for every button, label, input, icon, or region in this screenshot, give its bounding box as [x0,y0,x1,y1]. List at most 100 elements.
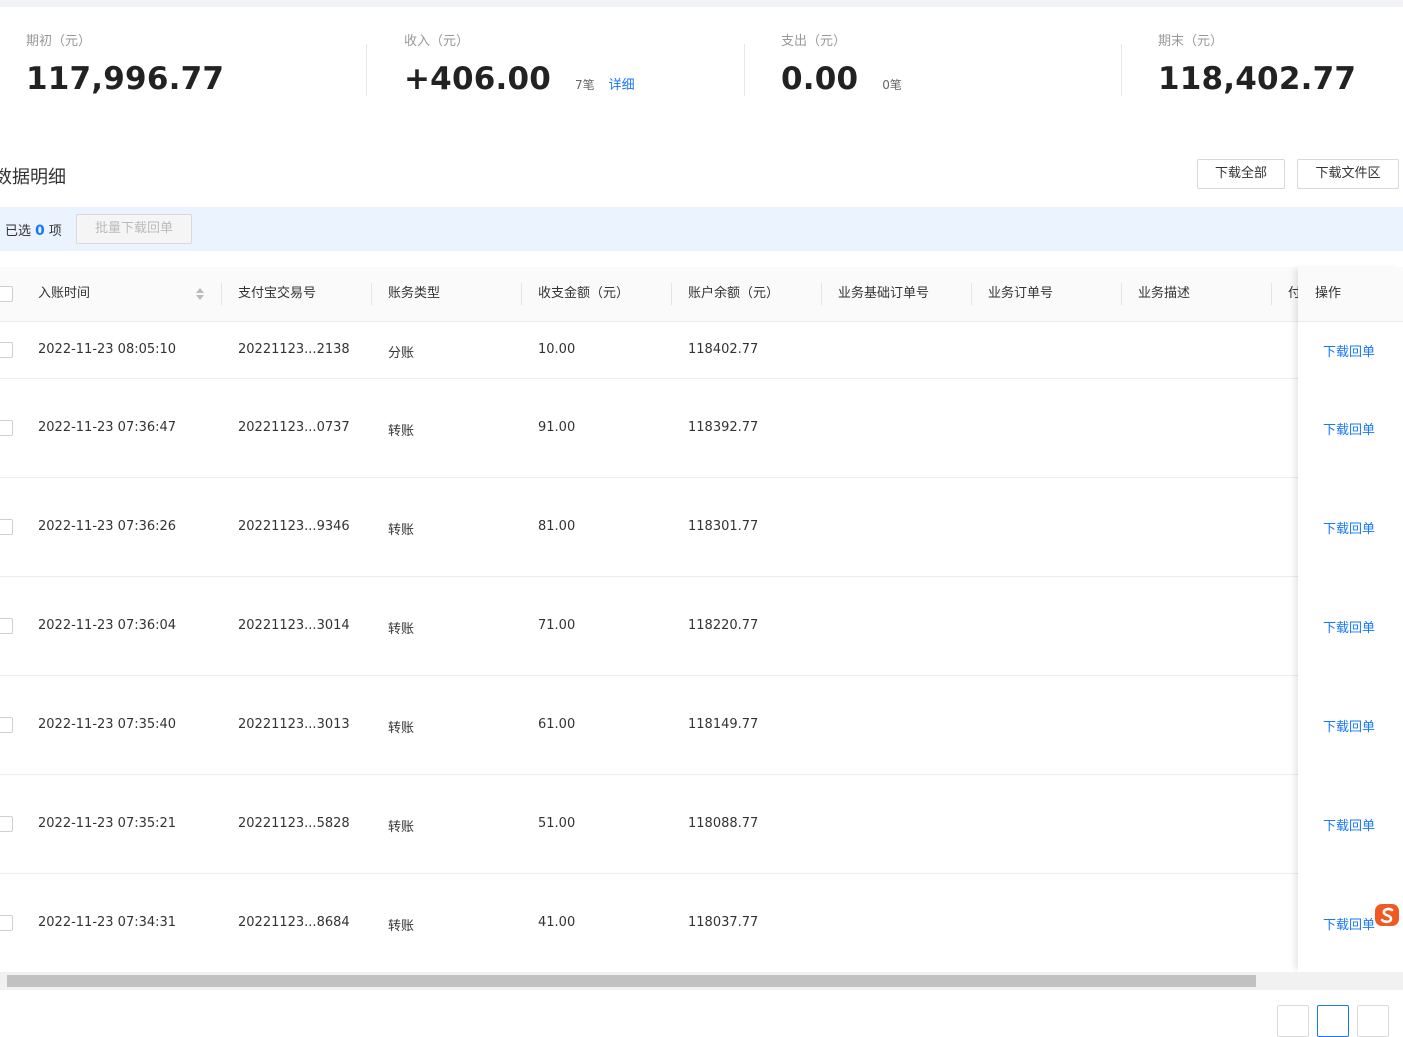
cell-time: 2022-11-23 07:35:21 [38,816,177,831]
download-receipt-link[interactable]: 下载回单 [1323,617,1375,636]
cell-type: 转账 [388,523,415,538]
stat-closing-value: 118,402.77 [1158,61,1357,97]
row-checkbox[interactable] [0,915,13,931]
row-checkbox[interactable] [0,816,13,832]
cell-type: 转账 [388,622,415,637]
column-header-amount: 收支金额（元） [538,286,630,301]
stat-closing-label: 期末（元） [1158,34,1224,49]
row-checkbox[interactable] [0,519,13,535]
cell-time: 2022-11-23 07:34:31 [38,915,177,930]
stat-opening: 期初（元） 117,996.77 [26,33,224,113]
table-row: 2022-11-23 08:05:10 20221123...2138 分账 1… [0,322,1403,379]
cell-amount: 10.00 [538,342,576,357]
cell-trade-no: 20221123...2138 [238,342,350,357]
batch-download-button[interactable]: 批量下载回单 [76,214,192,244]
column-header-time[interactable]: 入账时间 [38,267,90,321]
stat-expense-count: 0笔 [882,78,902,92]
cell-trade-no: 20221123...3013 [238,717,350,732]
stat-income-value: +406.00 [404,61,552,97]
download-files-button[interactable]: 下载文件区 [1297,159,1399,189]
cell-type: 转账 [388,919,415,934]
column-separator [1121,283,1122,305]
stat-income-label: 收入（元） [404,34,470,49]
cell-balance: 118301.77 [688,519,759,534]
pagination-prev-button[interactable] [1277,1005,1309,1037]
column-header-order: 业务订单号 [988,286,1054,301]
cell-type: 转账 [388,820,415,835]
column-header-trade-no: 支付宝交易号 [238,286,317,301]
download-all-button[interactable]: 下载全部 [1197,159,1285,189]
column-header-balance: 账户余额（元） [688,286,780,301]
table-header: 入账时间 支付宝交易号 账务类型 收支金额（元） 账户余额（元） 业务基础订单号… [0,267,1403,322]
table-row: 2022-11-23 07:36:26 20221123...9346 转账 8… [0,478,1403,577]
column-header-description: 业务描述 [1138,286,1191,301]
stat-expense: 支出（元） 0.00 0笔 [781,33,902,113]
selection-bar: 已选 0 项 批量下载回单 [0,207,1403,251]
row-checkbox[interactable] [0,420,13,436]
cell-balance: 118402.77 [688,342,759,357]
stat-opening-value: 117,996.77 [26,61,225,97]
scrollbar-thumb[interactable] [7,975,1256,987]
action-column-header: 操作 [1298,267,1403,322]
cell-time: 2022-11-23 07:36:26 [38,519,177,534]
cell-time: 2022-11-23 07:36:47 [38,420,177,435]
cell-amount: 41.00 [538,915,576,930]
section-title: 数据明细 [0,167,66,188]
cell-amount: 81.00 [538,519,576,534]
cell-trade-no: 20221123...3014 [238,618,350,633]
sogou-ime-icon[interactable] [1373,900,1403,930]
cell-balance: 118149.77 [688,717,759,732]
download-receipt-link[interactable]: 下载回单 [1323,341,1375,360]
income-detail-link[interactable]: 详细 [609,74,635,93]
download-receipt-link[interactable]: 下载回单 [1323,419,1375,438]
cell-type: 分账 [388,346,415,361]
selection-prefix: 已选 [5,224,32,239]
stat-divider [366,44,367,96]
sort-icon[interactable] [195,287,205,301]
stat-income-count: 7笔 [575,78,595,92]
download-receipt-link[interactable]: 下载回单 [1323,716,1375,735]
stat-divider [744,44,745,96]
table-row: 2022-11-23 07:35:21 20221123...5828 转账 5… [0,775,1403,874]
horizontal-scrollbar[interactable] [0,972,1403,990]
cell-balance: 118220.77 [688,618,759,633]
column-separator [971,283,972,305]
row-checkbox[interactable] [0,618,13,634]
stat-closing: 期末（元） 118,402.77 [1158,33,1356,113]
top-strip [0,0,1403,7]
row-checkbox[interactable] [0,342,13,358]
column-separator [521,283,522,305]
cell-trade-no: 20221123...8684 [238,915,350,930]
table-row: 2022-11-23 07:36:04 20221123...3014 转账 7… [0,577,1403,676]
stat-opening-label: 期初（元） [26,34,92,49]
stat-income: 收入（元） +406.00 7笔 详细 [404,33,635,113]
download-receipt-link[interactable]: 下载回单 [1323,914,1375,933]
cell-balance: 118037.77 [688,915,759,930]
cell-amount: 51.00 [538,816,576,831]
cell-time: 2022-11-23 08:05:10 [38,342,177,357]
column-header-action: 操作 [1315,286,1342,301]
cell-trade-no: 20221123...9346 [238,519,350,534]
stat-expense-value: 0.00 [781,61,859,97]
download-receipt-link[interactable]: 下载回单 [1323,518,1375,537]
cell-balance: 118088.77 [688,816,759,831]
selection-suffix: 项 [48,224,62,239]
table-row: 2022-11-23 07:35:40 20221123...3013 转账 6… [0,676,1403,775]
cell-type: 转账 [388,721,415,736]
table-row: 2022-11-23 07:34:31 20221123...8684 转账 4… [0,874,1403,972]
cell-time: 2022-11-23 07:35:40 [38,717,177,732]
cell-amount: 71.00 [538,618,576,633]
cell-time: 2022-11-23 07:36:04 [38,618,177,633]
column-separator [671,283,672,305]
cell-amount: 61.00 [538,717,576,732]
cell-amount: 91.00 [538,420,576,435]
row-checkbox[interactable] [0,717,13,733]
pagination-page-button[interactable] [1317,1005,1349,1037]
select-all-checkbox[interactable] [0,286,13,302]
column-separator [371,283,372,305]
download-receipt-link[interactable]: 下载回单 [1323,815,1375,834]
column-header-base-order: 业务基础订单号 [838,286,930,301]
pagination-next-button[interactable] [1357,1005,1389,1037]
table-row: 2022-11-23 07:36:47 20221123...0737 转账 9… [0,379,1403,478]
column-separator [221,283,222,305]
